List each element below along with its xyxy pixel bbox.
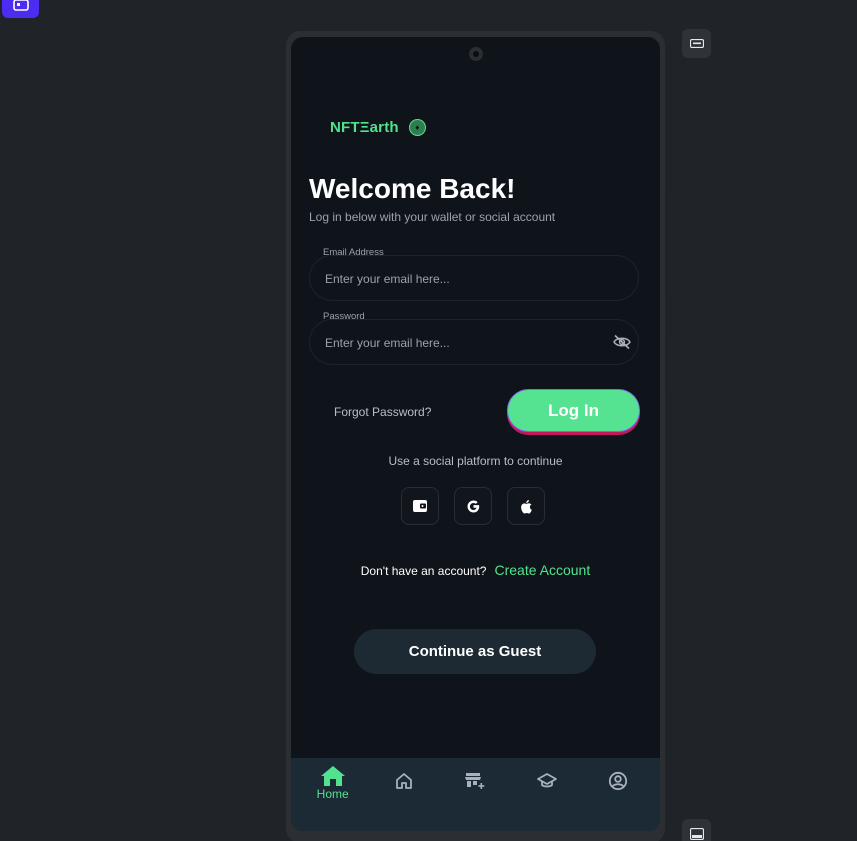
login-button[interactable]: Log In (507, 389, 640, 432)
create-account-link[interactable]: Create Account (494, 562, 590, 578)
password-field-container (309, 319, 639, 366)
email-field-container (309, 255, 639, 302)
graduation-cap-icon (536, 773, 557, 788)
continue-as-guest-button[interactable]: Continue as Guest (354, 629, 596, 674)
ethereum-icon: ♦ (408, 119, 426, 136)
nav-label-home: Home (316, 787, 349, 801)
nav-item-profile[interactable] (589, 758, 647, 791)
keyboard-toggle-button[interactable] (682, 29, 711, 58)
house-outline-icon (396, 773, 412, 789)
marketplace-icon (465, 773, 485, 789)
social-label: Use a social platform to continue (388, 454, 563, 468)
page-subtitle: Log in below with your wallet or social … (309, 210, 556, 224)
panel-toggle-button[interactable] (682, 819, 711, 841)
social-buttons (401, 487, 545, 525)
bottom-navigation: Home (291, 758, 660, 831)
wallet-icon (413, 500, 427, 512)
power-button (665, 336, 668, 386)
forgot-password-link[interactable]: Forgot Password? (334, 405, 431, 419)
google-button[interactable] (454, 487, 492, 525)
wallet-button[interactable] (401, 487, 439, 525)
signup-row: Don't have an account? Create Account (291, 562, 660, 578)
signup-prompt: Don't have an account? (360, 564, 487, 578)
apple-icon (521, 499, 532, 514)
nav-item-learn[interactable] (518, 758, 576, 790)
nav-item-home[interactable]: Home (304, 758, 362, 801)
nav-item-marketplace[interactable] (446, 758, 504, 790)
phone-frame: NFTΞarth ♦ Welcome Back! Log in below wi… (286, 31, 668, 841)
email-field[interactable] (323, 256, 607, 302)
volume-button (665, 196, 668, 291)
panel-icon (689, 827, 704, 840)
camera-icon (469, 47, 483, 61)
brand-logo: NFTΞarth ♦ (330, 119, 426, 136)
page-title: Welcome Back! (309, 173, 516, 204)
logo-text: NFTΞarth (330, 119, 399, 136)
apple-button[interactable] (507, 487, 545, 525)
google-icon (467, 500, 479, 512)
home-icon (320, 766, 345, 786)
password-field[interactable] (323, 320, 607, 366)
eye-off-icon[interactable] (613, 334, 631, 355)
phone-screen: NFTΞarth ♦ Welcome Back! Log in below wi… (291, 37, 660, 831)
app-icon[interactable] (2, 0, 39, 18)
profile-icon (609, 771, 628, 791)
device-icon (13, 0, 29, 11)
nav-item-house[interactable] (375, 758, 433, 790)
emulator-stage: NFTΞarth ♦ Welcome Back! Log in below wi… (0, 0, 857, 841)
keyboard-icon (689, 39, 704, 48)
